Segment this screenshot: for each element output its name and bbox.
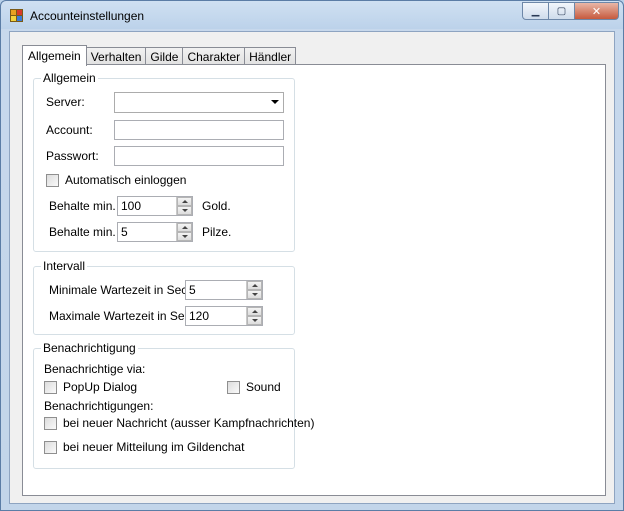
keep-pilze-unit: Pilze. [202,225,232,239]
keep-gold-spinner[interactable]: 100 [117,196,193,216]
title-bar[interactable]: Accounteinstellungen ▁ ▢ ✕ [1,1,623,31]
group-benachrichtigung-title: Benachrichtigung [41,341,138,355]
max-wait-spin-buttons [246,307,262,325]
server-label: Server: [46,95,85,109]
popup-label: PopUp Dialog [63,380,138,394]
autologin-checkbox[interactable]: Automatisch einloggen [46,173,186,187]
account-label: Account: [46,123,93,137]
app-window-icon [10,9,24,23]
notify-via-label: Benachrichtige via: [44,362,146,376]
keep-gold-unit: Gold. [202,199,231,213]
min-wait-value[interactable]: 5 [189,283,196,297]
account-input[interactable] [114,120,284,140]
tab-page-allgemein: Allgemein Server: Account: Passwort: Aut… [22,64,606,496]
min-wait-spinner[interactable]: 5 [185,280,263,300]
group-intervall-title: Intervall [41,259,88,273]
group-benachrichtigung: Benachrichtigung Benachrichtige via: Pop… [33,341,314,469]
client-area: Allgemein Verhalten Gilde Charakter Händ… [9,31,615,504]
group-allgemein-title: Allgemein [41,71,98,85]
autologin-checkbox-box[interactable] [46,173,59,187]
min-wait-spin-buttons [246,281,262,299]
keep-gold-value[interactable]: 100 [121,199,141,213]
keep-pilze-spin-buttons [176,223,192,241]
tab-verhalten[interactable]: Verhalten [85,47,147,65]
keep-gold-label: Behalte min. [49,199,116,213]
group-allgemein: Allgemein Server: Account: Passwort: Aut… [33,71,295,252]
tab-allgemein[interactable]: Allgemein [22,45,87,66]
popup-checkbox-box[interactable] [44,380,57,394]
tab-strip: Allgemein Verhalten Gilde Charakter Händ… [22,45,297,66]
settings-window: Accounteinstellungen ▁ ▢ ✕ Allgemein Ver… [0,0,624,511]
spin-up-icon[interactable] [247,281,262,290]
guild-chat-label: bei neuer Mitteilung im Gildenchat [63,440,245,454]
new-message-checkbox[interactable]: bei neuer Nachricht (ausser Kampfnachric… [44,416,314,430]
tab-haendler[interactable]: Händler [244,47,297,65]
max-wait-value[interactable]: 120 [189,309,209,323]
spin-up-icon[interactable] [177,197,192,206]
sound-checkbox-box[interactable] [227,380,240,394]
guild-chat-checkbox-box[interactable] [44,440,57,454]
new-message-checkbox-box[interactable] [44,416,57,430]
keep-pilze-spinner[interactable]: 5 [117,222,193,242]
minimize-icon: ▁ [531,5,540,17]
close-icon: ✕ [591,5,602,18]
maximize-icon: ▢ [556,5,567,17]
spin-up-icon[interactable] [177,223,192,232]
minimize-button[interactable]: ▁ [522,2,549,20]
password-label: Passwort: [46,149,99,163]
autologin-label: Automatisch einloggen [65,173,187,187]
spin-down-icon[interactable] [177,232,192,241]
max-wait-label: Maximale Wartezeit in Sec.: [49,309,198,323]
tab-gilde[interactable]: Gilde [145,47,184,65]
spin-down-icon[interactable] [177,206,192,215]
guild-chat-checkbox[interactable]: bei neuer Mitteilung im Gildenchat [44,440,244,454]
close-button[interactable]: ✕ [575,2,619,20]
keep-gold-spin-buttons [176,197,192,215]
min-wait-label: Minimale Wartezeit in Sec.: [49,283,194,297]
server-select[interactable] [114,92,284,113]
sound-checkbox[interactable]: Sound [227,380,281,394]
new-message-label: bei neuer Nachricht (ausser Kampfnachric… [63,416,315,430]
keep-pilze-label: Behalte min. [49,225,116,239]
keep-pilze-value[interactable]: 5 [121,225,128,239]
tab-charakter[interactable]: Charakter [182,47,246,65]
window-controls: ▁ ▢ ✕ [522,2,619,20]
password-input[interactable] [114,146,284,166]
sound-label: Sound [246,380,281,394]
max-wait-spinner[interactable]: 120 [185,306,263,326]
spin-down-icon[interactable] [247,290,262,299]
popup-checkbox[interactable]: PopUp Dialog [44,380,137,394]
notifications-label: Benachrichtigungen: [44,399,154,413]
group-intervall: Intervall Minimale Wartezeit in Sec.: 5 … [33,259,295,335]
spin-down-icon[interactable] [247,316,262,325]
window-title: Accounteinstellungen [30,9,145,23]
maximize-button[interactable]: ▢ [549,2,575,20]
chevron-down-icon [271,100,279,104]
spin-up-icon[interactable] [247,307,262,316]
